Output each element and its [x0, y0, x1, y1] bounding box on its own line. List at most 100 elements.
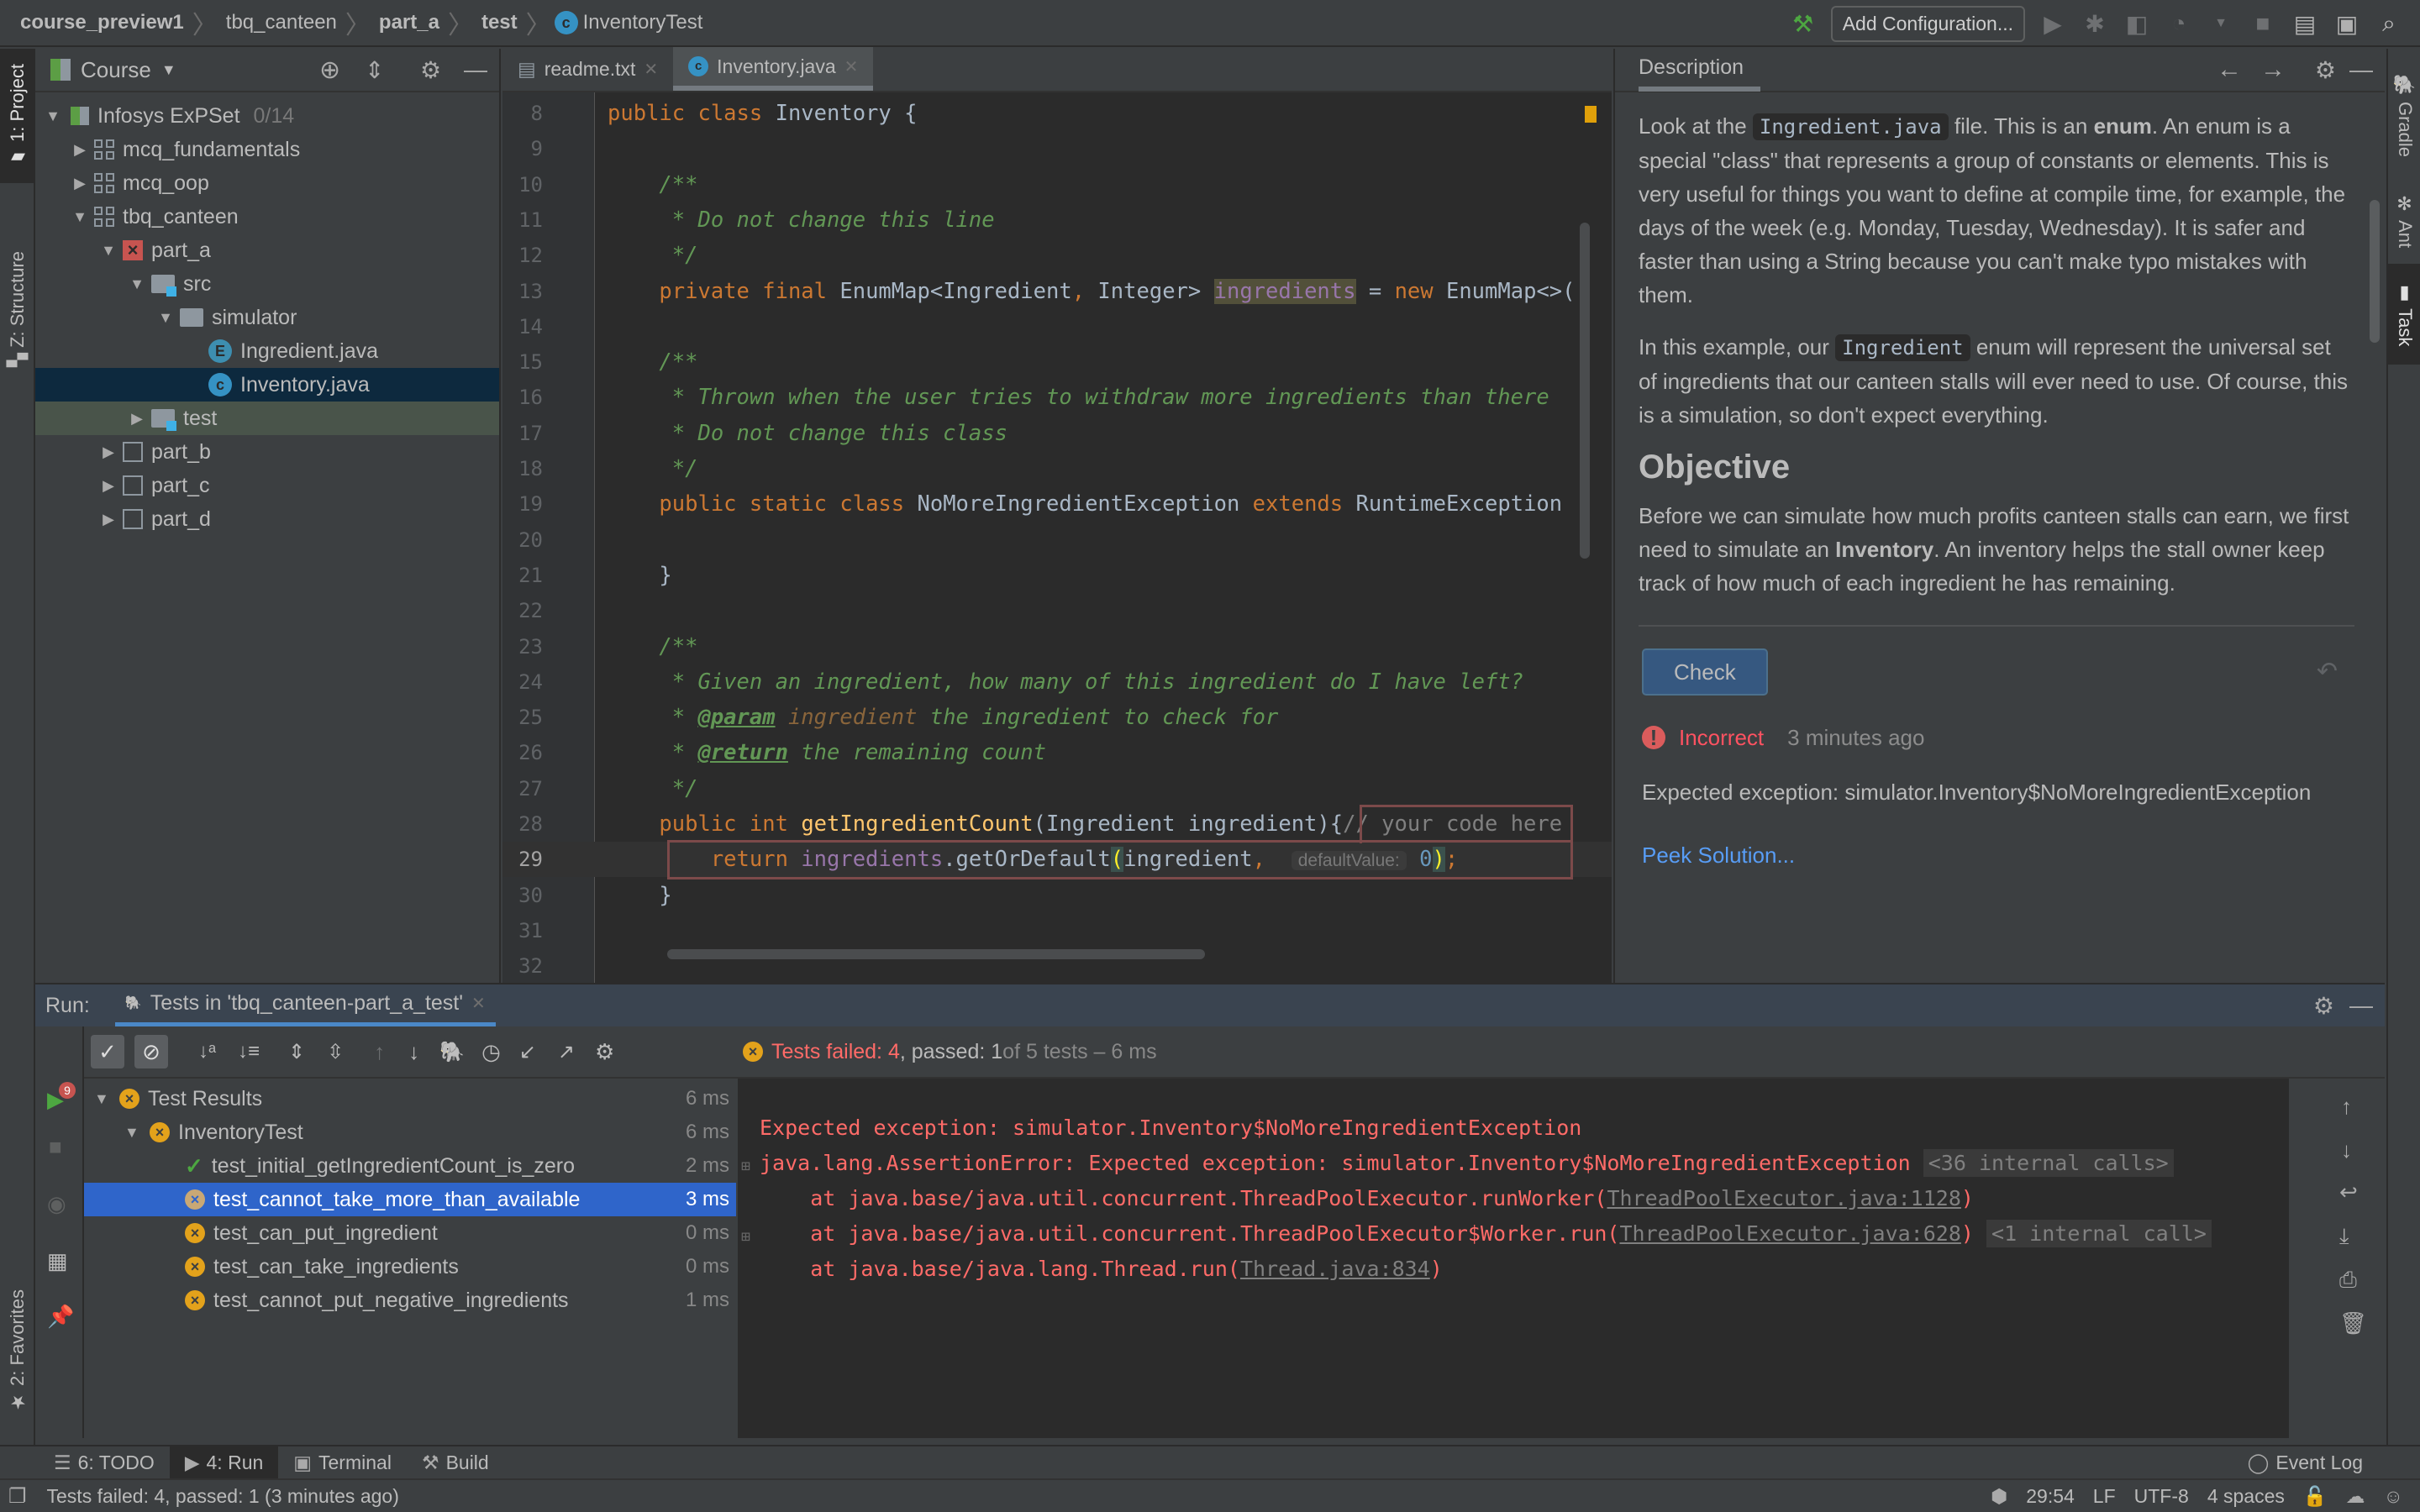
stacktrace-link[interactable]: Thread.java:834	[1240, 1257, 1430, 1281]
code-line[interactable]: 9	[502, 131, 1612, 166]
inspector-icon[interactable]: ☺	[2384, 1485, 2403, 1508]
run-anything-icon[interactable]: ▣	[2333, 9, 2361, 38]
stop-icon[interactable]: ■	[49, 1134, 62, 1160]
gear-icon[interactable]: ⚙	[420, 56, 441, 84]
tab-readme[interactable]: ▤ readme.txt ✕	[502, 47, 673, 91]
tree-item-ingredient-java[interactable]: E Ingredient.java	[35, 334, 499, 368]
tree-item-course[interactable]: ▼ Infosys ExPSet 0/14	[35, 99, 499, 133]
line-separator[interactable]: LF	[2093, 1485, 2116, 1508]
line-number[interactable]: 19	[502, 492, 543, 516]
fold-expand-icon[interactable]: ⊞	[741, 1228, 750, 1246]
print-icon[interactable]: ⎙	[2339, 1267, 2357, 1294]
description-tab[interactable]: Description	[1639, 48, 1761, 92]
tree-item-mcq-oop[interactable]: ▶ mcq_oop	[35, 166, 499, 200]
horizontal-scrollbar[interactable]	[667, 949, 1205, 959]
expand-all-icon[interactable]: ⇕	[288, 1040, 305, 1064]
line-number[interactable]: 22	[502, 599, 543, 622]
watch-icon[interactable]: ◉	[47, 1191, 66, 1217]
export-tests-icon[interactable]: ↗	[558, 1040, 575, 1064]
line-number[interactable]: 11	[502, 208, 543, 232]
collapse-all-icon[interactable]: ⇕	[365, 56, 384, 84]
peek-solution-link[interactable]: Peek Solution...	[1639, 838, 2354, 872]
import-tests-icon[interactable]: ↙	[519, 1040, 536, 1064]
gear-icon[interactable]: ⚙	[2313, 992, 2334, 1020]
code-editor[interactable]: 8 public class Inventory { 9 10 /** 11 * Do …	[502, 92, 1612, 983]
caret-position[interactable]: 29:54	[2026, 1485, 2075, 1508]
tree-item-test[interactable]: ▶ test	[35, 402, 499, 435]
view-selector[interactable]: Course	[81, 57, 151, 83]
gear-icon[interactable]: ⚙	[2315, 56, 2336, 84]
breadcrumb-file[interactable]: InventoryTest	[578, 11, 708, 34]
code-line[interactable]: 12 */	[502, 238, 1612, 273]
debug-icon[interactable]: ✱	[2081, 9, 2109, 38]
tab-inventory-java[interactable]: c Inventory.java ✕	[673, 47, 874, 91]
help-cloud-icon[interactable]: ☁	[2346, 1485, 2365, 1508]
editor-scrollbar[interactable]	[1580, 92, 1591, 983]
chevron-down-icon[interactable]: ▼	[161, 61, 176, 79]
toggle-tool-windows-icon[interactable]: ❐	[8, 1484, 27, 1509]
favorites-tool-tab[interactable]: ★ 2: Favorites	[0, 1267, 35, 1435]
expand-arrow-icon[interactable]: ▶	[123, 410, 151, 428]
reset-icon[interactable]: ↶	[2317, 655, 2338, 689]
code-line[interactable]: 22	[502, 593, 1612, 628]
line-number[interactable]: 20	[502, 528, 543, 552]
line-number[interactable]: 9	[502, 137, 543, 160]
expand-arrow-icon[interactable]: ▶	[94, 511, 123, 528]
code-line[interactable]: 18 */	[502, 451, 1612, 486]
fold-expand-icon[interactable]: ⊞	[741, 1158, 750, 1175]
expand-arrow-icon[interactable]: ▼	[123, 276, 151, 293]
locate-icon[interactable]: ⊕	[319, 55, 340, 85]
line-number[interactable]: 28	[502, 812, 543, 836]
run-with-coverage-icon[interactable]: ◧	[2123, 9, 2151, 38]
unlock-icon[interactable]: 🔓	[2303, 1485, 2328, 1508]
scroll-to-end-icon[interactable]: ⤓	[2339, 1223, 2349, 1250]
previous-failed-icon[interactable]: ↑	[374, 1039, 385, 1065]
test-item[interactable]: × test_cannot_put_negative_ingredients 1…	[84, 1284, 736, 1317]
code-line[interactable]: 17 * Do not change this class	[502, 416, 1612, 451]
test-item[interactable]: × test_can_put_ingredient 0 ms	[84, 1216, 736, 1250]
line-number[interactable]: 31	[502, 919, 543, 942]
code-line[interactable]: 13 private final EnumMap<Ingredient, Int…	[502, 274, 1612, 309]
sync-status-icon[interactable]: ⬢	[1991, 1485, 2007, 1508]
test-item[interactable]: × test_can_take_ingredients 0 ms	[84, 1250, 736, 1284]
expand-arrow-icon[interactable]: ▶	[66, 141, 94, 159]
code-line[interactable]: 8 public class Inventory {	[502, 96, 1612, 131]
code-line[interactable]: 21 }	[502, 558, 1612, 593]
tree-item-part-c[interactable]: ▶ part_c	[35, 469, 499, 502]
trash-icon[interactable]: 🗑	[2339, 1310, 2367, 1336]
code-line[interactable]: 14	[502, 309, 1612, 344]
down-arrow-icon[interactable]: ↓	[2341, 1137, 2352, 1163]
expand-arrow-icon[interactable]: ▶	[94, 444, 123, 461]
tree-item-tbq-canteen[interactable]: ▼ tbq_canteen	[35, 200, 499, 234]
gradle-rerun-icon[interactable]: 🐘	[439, 1040, 465, 1064]
code-line[interactable]: 11 * Do not change this line	[502, 202, 1612, 238]
terminal-tab[interactable]: ▣ Terminal	[278, 1446, 407, 1479]
line-number[interactable]: 8	[502, 102, 543, 125]
code-line[interactable]: 30 }	[502, 878, 1612, 913]
test-item[interactable]: ✓ test_initial_getIngredientCount_is_zer…	[84, 1149, 736, 1183]
code-line[interactable]: 31	[502, 913, 1612, 948]
expand-arrow-icon[interactable]: ▼	[94, 1090, 119, 1108]
next-failed-icon[interactable]: ↓	[408, 1039, 419, 1065]
search-icon[interactable]: ⌕	[2375, 9, 2403, 38]
code-line[interactable]: 20	[502, 522, 1612, 558]
expand-arrow-icon[interactable]: ▼	[66, 208, 94, 226]
event-log-tab[interactable]: ◯ Event Log	[2233, 1446, 2378, 1479]
history-icon[interactable]: ◷	[481, 1039, 501, 1065]
run-tool-tab[interactable]: ▶ 4: Run	[169, 1446, 279, 1479]
expand-arrow-icon[interactable]: ▼	[94, 242, 123, 260]
sort-by-duration-icon[interactable]: ↓≡	[238, 1040, 260, 1063]
run-tab[interactable]: 🐘 Tests in 'tbq_canteen-part_a_test' ✕	[114, 984, 496, 1027]
internal-calls-fold[interactable]: <1 internal call>	[1986, 1220, 2212, 1247]
code-line[interactable]: 25 * @param ingredient the ingredient to…	[502, 700, 1612, 735]
tree-item-inventory-java[interactable]: c Inventory.java	[35, 368, 499, 402]
line-number[interactable]: 25	[502, 706, 543, 729]
line-number[interactable]: 27	[502, 777, 543, 801]
code-line[interactable]: 10 /**	[502, 167, 1612, 202]
project-tool-tab[interactable]: ▰ 1: Project	[0, 49, 35, 183]
tree-item-simulator[interactable]: ▼ simulator	[35, 301, 499, 334]
close-tab-icon[interactable]: ✕	[644, 59, 658, 80]
show-passed-toggle[interactable]: ✓	[91, 1035, 124, 1068]
test-item-selected[interactable]: × test_cannot_take_more_than_available 3…	[84, 1183, 736, 1216]
gradle-tool-tab[interactable]: 🐘 Gradle	[2388, 57, 2420, 175]
